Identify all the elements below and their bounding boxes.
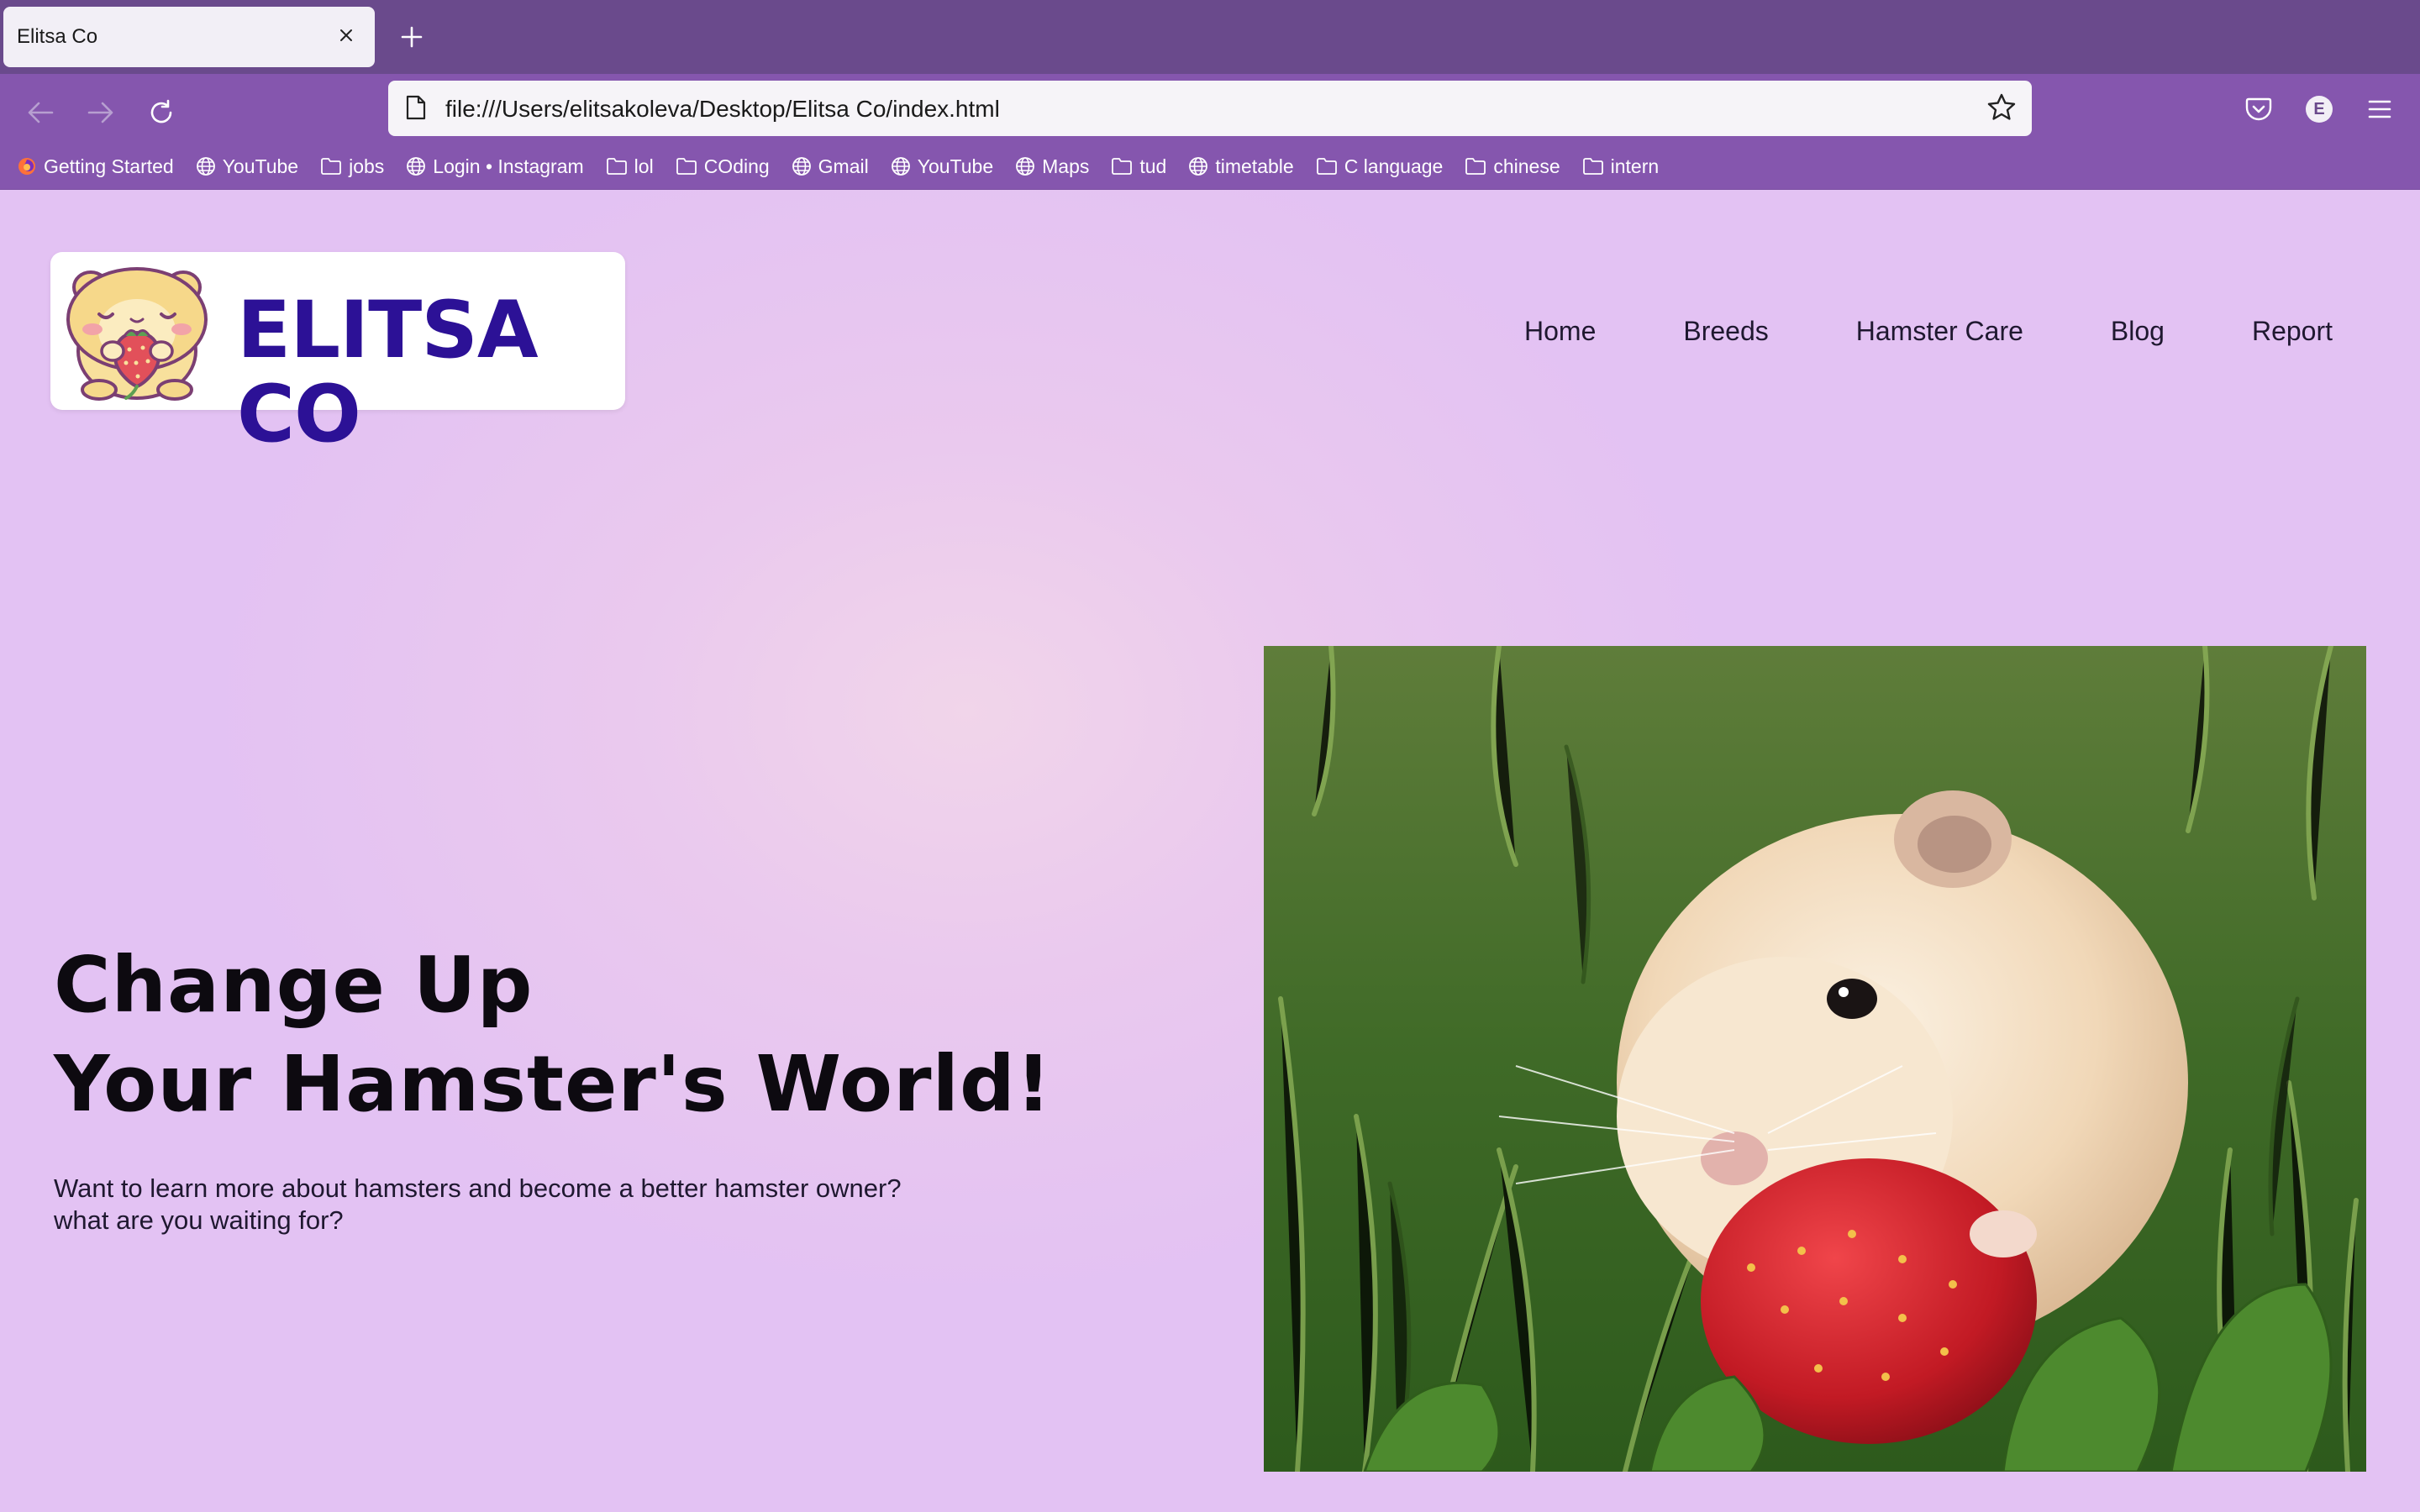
bookmark-item[interactable]: Getting Started [17, 155, 174, 178]
new-tab-icon[interactable] [393, 18, 430, 55]
bookmark-label: intern [1610, 155, 1660, 177]
folder-icon [1465, 157, 1486, 176]
globe-icon [1015, 156, 1035, 176]
back-arrow-icon[interactable] [15, 87, 66, 138]
hamster-strawberry-image [1264, 646, 2366, 1472]
bookmark-label: lol [634, 155, 654, 177]
bookmark-item[interactable]: lol [606, 155, 654, 178]
hero-subtitle-line-2: what are you waiting for? [54, 1205, 344, 1235]
web-page: ELITSA CO Home Breeds Hamster Care Blog … [0, 190, 2420, 1512]
folder-icon [676, 157, 697, 176]
logo-text: ELITSA CO [237, 285, 539, 460]
account-initial: E [2306, 96, 2333, 123]
globe-icon [891, 156, 911, 176]
folder-icon [606, 157, 628, 176]
folder-icon [1582, 157, 1604, 176]
bookmark-item[interactable]: COding [676, 155, 770, 178]
bookmark-label: tud [1139, 155, 1167, 177]
pocket-icon[interactable] [2240, 91, 2277, 128]
bookmark-label: jobs [349, 155, 385, 177]
folder-icon [1111, 157, 1133, 176]
bookmark-item[interactable]: intern [1582, 155, 1660, 178]
bookmark-item[interactable]: C language [1316, 155, 1444, 178]
bookmark-item[interactable]: YouTube [196, 155, 298, 178]
nav-report[interactable]: Report [2252, 316, 2333, 347]
firefox-icon [17, 156, 37, 176]
bookmark-item[interactable]: YouTube [891, 155, 993, 178]
bookmark-label: C language [1344, 155, 1444, 177]
bookmark-label: Gmail [818, 155, 869, 177]
hero-hamster-photo [1264, 646, 2366, 1472]
site-logo[interactable]: ELITSA CO [50, 252, 625, 457]
globe-icon [406, 156, 426, 176]
folder-icon [320, 157, 342, 176]
tab-strip: Elitsa Co [0, 0, 2420, 74]
folder-icon [1316, 157, 1338, 176]
globe-icon [1188, 156, 1208, 176]
hero-title-line-1: Change Up [54, 940, 534, 1030]
url-text: file:///Users/elitsakoleva/Desktop/Elits… [445, 96, 1000, 122]
bookmark-label: YouTube [222, 155, 299, 177]
nav-breeds[interactable]: Breeds [1683, 316, 1768, 347]
globe-icon [792, 156, 812, 176]
hero-title: Change Up Your Hamster's World! [54, 936, 1052, 1134]
nav-home[interactable]: Home [1524, 316, 1596, 347]
active-tab[interactable]: Elitsa Co [3, 7, 375, 67]
hero-title-line-2: Your Hamster's World! [54, 1039, 1052, 1129]
bookmark-item[interactable]: timetable [1188, 155, 1294, 178]
bookmark-item[interactable]: Maps [1015, 155, 1089, 178]
nav-blog[interactable]: Blog [2111, 316, 2165, 347]
close-tab-icon[interactable] [329, 18, 363, 52]
bookmark-label: COding [703, 155, 770, 177]
page-icon [405, 95, 427, 124]
hamster-mascot-icon [66, 267, 208, 401]
bookmark-label: Maps [1042, 155, 1090, 177]
bookmark-star-icon[interactable] [1986, 92, 2017, 127]
bookmark-label: YouTube [917, 155, 994, 177]
forward-arrow-icon[interactable] [76, 87, 126, 138]
hero-subtitle: Want to learn more about hamsters and be… [54, 1173, 1045, 1236]
bookmark-item[interactable]: tud [1111, 155, 1166, 178]
account-avatar-icon[interactable]: E [2301, 91, 2338, 128]
bookmark-item[interactable]: Gmail [792, 155, 869, 178]
reload-icon[interactable] [136, 87, 187, 138]
bookmark-item[interactable]: Login • Instagram [406, 155, 584, 178]
tab-title: Elitsa Co [17, 25, 98, 48]
address-bar[interactable]: file:///Users/elitsakoleva/Desktop/Elits… [388, 81, 2032, 136]
bookmark-label: chinese [1493, 155, 1560, 177]
menu-hamburger-icon[interactable] [2361, 91, 2398, 128]
hero-subtitle-line-1: Want to learn more about hamsters and be… [54, 1173, 902, 1203]
bookmark-item[interactable]: jobs [320, 155, 384, 178]
bookmark-item[interactable]: chinese [1465, 155, 1560, 178]
main-nav: Home Breeds Hamster Care Blog Report [1524, 316, 2333, 347]
bookmark-label: Login • Instagram [433, 155, 584, 177]
globe-icon [196, 156, 216, 176]
bookmarks-toolbar: Getting Started YouTube jobs Login • Instag… [17, 148, 1659, 185]
bookmark-label: Getting Started [44, 155, 174, 177]
nav-hamster-care[interactable]: Hamster Care [1856, 316, 2023, 347]
bookmark-label: timetable [1215, 155, 1294, 177]
